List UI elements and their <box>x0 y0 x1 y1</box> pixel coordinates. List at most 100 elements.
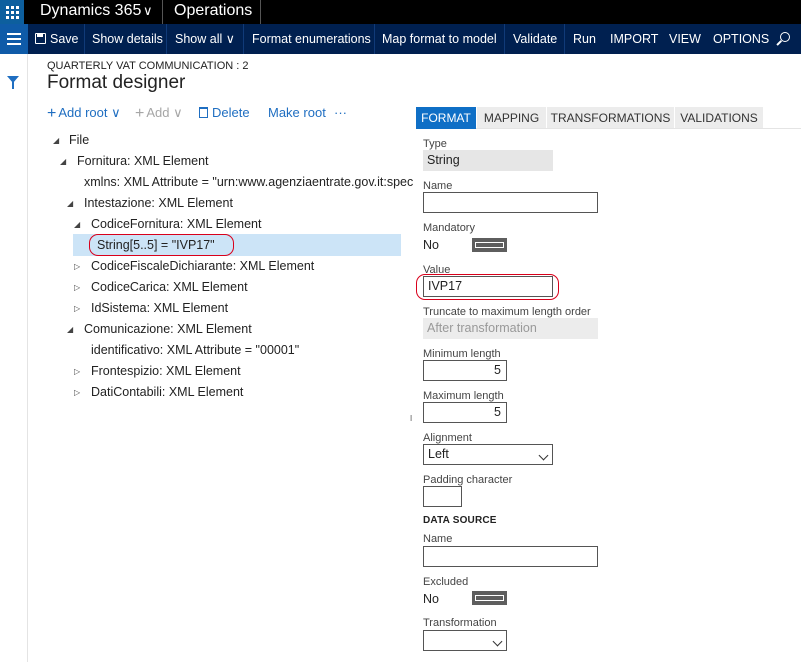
more-options-button[interactable]: ··· <box>334 104 347 122</box>
divider <box>243 24 244 54</box>
mandatory-value: No <box>423 238 439 252</box>
tree-node[interactable]: DatiContabili: XML Element <box>91 382 243 403</box>
action-pane: Save Show details Show all ∨ Format enum… <box>0 24 801 54</box>
show-details-button[interactable]: Show details <box>92 24 163 54</box>
tree-node-label: DatiContabili: XML Element <box>91 385 244 399</box>
alignment-label: Alignment <box>423 432 472 444</box>
run-button[interactable]: Run <box>573 24 596 54</box>
name-label: Name <box>423 180 453 192</box>
tree-node[interactable]: IdSistema: XML Element <box>91 298 228 319</box>
tree-node[interactable]: Frontespizio: XML Element <box>91 361 241 382</box>
data-source-heading: DATA SOURCE <box>423 515 497 526</box>
add-root-label: Add root <box>58 105 108 120</box>
show-all-button[interactable]: Show all ∨ <box>175 24 235 54</box>
type-label: Type <box>423 138 447 150</box>
chevron-down-icon: ∨ <box>173 105 183 120</box>
map-format-to-model-button[interactable]: Map format to model <box>382 24 497 54</box>
tree-node-label: Intestazione: XML Element <box>84 196 233 210</box>
delete-label: Delete <box>212 105 250 120</box>
toggle-knob <box>475 242 504 248</box>
divider <box>260 0 261 24</box>
tree-node[interactable]: File <box>69 130 89 151</box>
tree-node[interactable]: CodiceFiscaleDichiarante: XML Element <box>91 256 314 277</box>
options-tab[interactable]: OPTIONS <box>713 24 769 54</box>
divider <box>564 24 565 54</box>
divider <box>374 24 375 54</box>
transformation-label: Transformation <box>423 617 497 629</box>
import-tab[interactable]: IMPORT <box>610 24 658 54</box>
tab-format[interactable]: FORMAT <box>416 107 476 129</box>
breadcrumb: QUARTERLY VAT COMMUNICATION : 2 <box>47 60 249 72</box>
collapse-arrow-icon[interactable]: ◢ <box>67 319 73 340</box>
chevron-down-icon <box>492 636 503 647</box>
module-name: Operations <box>174 2 253 19</box>
truncate-field: After transformation <box>423 318 598 339</box>
tab-transformations[interactable]: TRANSFORMATIONS <box>547 107 674 129</box>
collapse-arrow-icon[interactable]: ◢ <box>53 130 59 151</box>
tree-node[interactable]: Comunicazione: XML Element <box>84 319 252 340</box>
divider <box>162 0 163 24</box>
delete-button[interactable]: Delete <box>199 104 250 122</box>
tree-node-label: CodiceFornitura: XML Element <box>91 217 262 231</box>
filter-icon[interactable] <box>7 76 19 89</box>
format-enumerations-button[interactable]: Format enumerations <box>252 24 371 54</box>
expand-arrow-icon[interactable]: ▷ <box>74 382 80 403</box>
add-root-button[interactable]: + Add root ∨ <box>47 104 121 122</box>
ds-name-label: Name <box>423 533 453 545</box>
make-root-button[interactable]: Make root <box>268 104 326 122</box>
max-length-field[interactable]: 5 <box>423 402 507 423</box>
view-tab[interactable]: VIEW <box>669 24 701 54</box>
padding-field[interactable] <box>423 486 462 507</box>
annotation-circle <box>416 274 559 300</box>
tree-node[interactable]: Intestazione: XML Element <box>84 193 233 214</box>
collapse-arrow-icon[interactable]: ◢ <box>67 193 73 214</box>
show-all-label: Show all <box>175 32 223 46</box>
plus-icon: + <box>135 105 145 122</box>
splitter-handle[interactable]: ··· <box>405 414 419 420</box>
expand-arrow-icon[interactable]: ▷ <box>74 277 80 298</box>
tree-node[interactable]: CodiceCarica: XML Element <box>91 277 248 298</box>
collapse-arrow-icon[interactable]: ◢ <box>60 151 66 172</box>
save-button[interactable]: Save <box>35 24 79 54</box>
tree-node[interactable]: Fornitura: XML Element <box>77 151 209 172</box>
trash-icon <box>199 107 208 118</box>
expand-arrow-icon[interactable]: ▷ <box>74 361 80 382</box>
collapse-arrow-icon[interactable]: ◢ <box>74 214 80 235</box>
tree-node[interactable]: xmlns: XML Attribute = "urn:www.agenziae… <box>84 172 413 193</box>
padding-label: Padding character <box>423 474 513 486</box>
chevron-down-icon: ∨ <box>111 105 121 120</box>
tree-node[interactable]: identificativo: XML Attribute = "00001" <box>91 340 299 361</box>
tree-node-label: identificativo: XML Attribute = "00001" <box>91 343 300 357</box>
tree-node-label: CodiceFiscaleDichiarante: XML Element <box>91 259 315 273</box>
tree-node[interactable]: CodiceFornitura: XML Element <box>91 214 261 235</box>
name-field[interactable] <box>423 192 598 213</box>
save-label: Save <box>50 32 79 46</box>
validate-button[interactable]: Validate <box>513 24 557 54</box>
alignment-select[interactable]: Left <box>423 444 553 465</box>
page-title: Format designer <box>47 72 186 93</box>
app-name[interactable]: Dynamics 365 <box>40 0 141 24</box>
alignment-value: Left <box>428 447 449 461</box>
hamburger-menu-icon[interactable] <box>0 24 28 54</box>
ds-name-field[interactable] <box>423 546 598 567</box>
search-icon[interactable] <box>780 32 790 42</box>
expand-arrow-icon[interactable]: ▷ <box>74 256 80 277</box>
toggle-knob <box>475 595 504 601</box>
add-button[interactable]: + Add ∨ <box>135 104 183 122</box>
min-length-field[interactable]: 5 <box>423 360 507 381</box>
transformation-select[interactable] <box>423 630 507 651</box>
chevron-down-icon[interactable]: ∨ <box>143 3 153 19</box>
tree-node-label: IdSistema: XML Element <box>91 301 229 315</box>
mandatory-toggle[interactable] <box>472 238 507 252</box>
tab-mapping[interactable]: MAPPING <box>477 107 546 129</box>
excluded-toggle[interactable] <box>472 591 507 605</box>
tree-node-label: Comunicazione: XML Element <box>84 322 252 336</box>
expand-arrow-icon[interactable]: ▷ <box>74 298 80 319</box>
tree-node-label: Frontespizio: XML Element <box>91 364 241 378</box>
max-length-label: Maximum length <box>423 390 504 402</box>
tab-validations[interactable]: VALIDATIONS <box>675 107 763 129</box>
app-launcher-icon[interactable] <box>0 0 24 24</box>
add-label: Add <box>146 105 170 120</box>
tree-node-label: CodiceCarica: XML Element <box>91 280 248 294</box>
chevron-down-icon: ∨ <box>225 32 235 46</box>
